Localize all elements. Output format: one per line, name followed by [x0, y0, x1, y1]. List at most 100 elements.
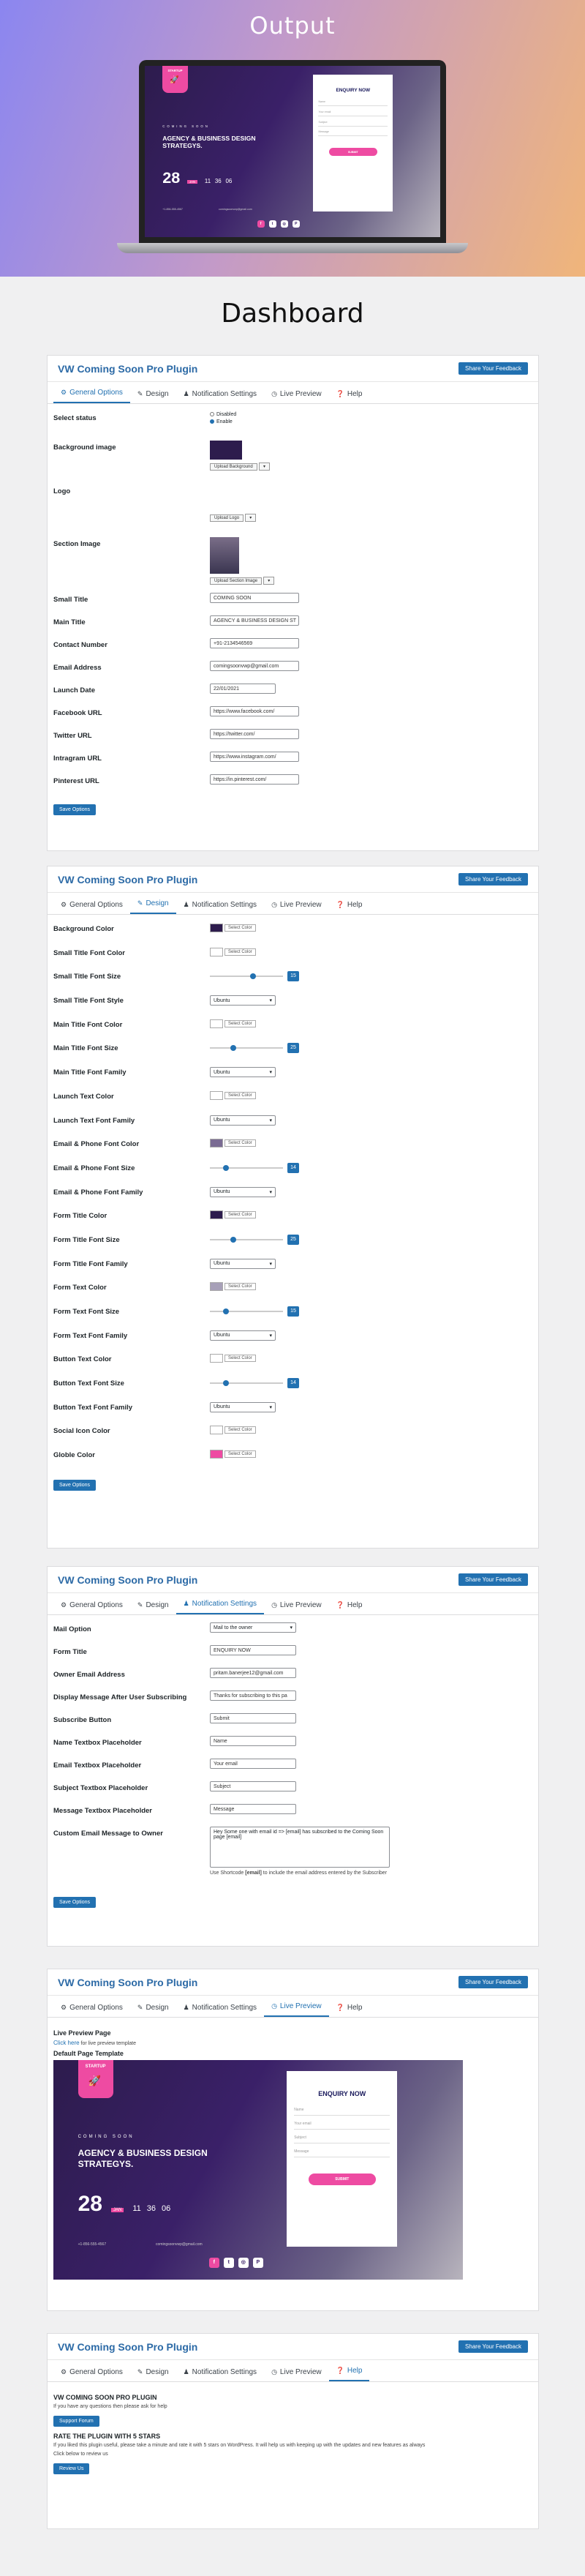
social-icon[interactable]: P: [292, 220, 300, 228]
text-input[interactable]: 22/01/2021: [210, 684, 276, 694]
text-input[interactable]: ENQUIRY NOW: [210, 1645, 296, 1655]
font-family-select[interactable]: Ubuntu ▾: [210, 995, 276, 1006]
form-field-subject[interactable]: Subject: [294, 2133, 390, 2143]
tab-live-preview[interactable]: ◷ Live Preview: [264, 386, 329, 403]
custom-message-textarea[interactable]: Hey Some one with email id => [email] ha…: [210, 1827, 390, 1868]
tab-notification-settings[interactable]: ♟ Notification Settings: [176, 2364, 264, 2381]
color-swatch[interactable]: [210, 1139, 223, 1148]
color-swatch[interactable]: [210, 1450, 223, 1459]
upload-section-image-button[interactable]: Upload Section Image: [210, 577, 263, 585]
dropdown-icon[interactable]: ▾: [263, 577, 275, 585]
tab-design[interactable]: ✎ Design: [130, 1597, 176, 1614]
select-color-button[interactable]: Select Color: [224, 1426, 256, 1434]
font-family-select[interactable]: Ubuntu ▾: [210, 1186, 276, 1197]
tab-general-options[interactable]: ⚙ General Options: [53, 1999, 130, 2017]
tab-notification-settings[interactable]: ♟ Notification Settings: [176, 896, 264, 914]
tab-design[interactable]: ✎ Design: [130, 386, 176, 403]
select-color-button[interactable]: Select Color: [224, 1139, 256, 1147]
text-input[interactable]: AGENCY & BUSINESS DESIGN ST: [210, 615, 299, 626]
font-size-slider[interactable]: [210, 1164, 283, 1172]
social-icon[interactable]: f: [257, 220, 265, 228]
font-size-slider[interactable]: [210, 972, 283, 981]
form-submit-button[interactable]: SUBMIT: [328, 148, 377, 157]
social-icon[interactable]: P: [252, 2258, 263, 2268]
tab-general-options[interactable]: ⚙ General Options: [53, 384, 130, 403]
text-input[interactable]: COMING SOON: [210, 593, 299, 603]
tab-general-options[interactable]: ⚙ General Options: [53, 896, 130, 914]
font-family-select[interactable]: Ubuntu ▾: [210, 1115, 276, 1126]
text-input[interactable]: Submit: [210, 1713, 296, 1723]
social-icon[interactable]: ◎: [280, 220, 288, 228]
mail-option-select[interactable]: Mail to the owner ▾: [210, 1622, 296, 1633]
color-swatch[interactable]: [210, 924, 223, 932]
form-submit-button[interactable]: SUBMIT: [308, 2174, 376, 2185]
tab-notification-settings[interactable]: ♟ Notification Settings: [176, 1999, 264, 2017]
tab-help[interactable]: ❓ Help: [329, 896, 370, 914]
text-input[interactable]: Thanks for subscribing to this pa: [210, 1690, 296, 1701]
social-icon[interactable]: f: [208, 2258, 219, 2268]
color-swatch[interactable]: [210, 1210, 223, 1220]
save-options-button[interactable]: Save Options: [53, 804, 97, 815]
color-swatch[interactable]: [210, 1426, 223, 1435]
color-swatch[interactable]: [210, 1354, 223, 1363]
tab-live-preview[interactable]: ◷ Live Preview: [264, 1597, 329, 1614]
slider-handle[interactable]: [223, 1380, 230, 1387]
share-feedback-button[interactable]: Share Your Feedback: [458, 362, 528, 375]
slider-handle[interactable]: [223, 1164, 230, 1171]
form-field-your-email[interactable]: Your email: [318, 108, 388, 116]
color-swatch[interactable]: [210, 1090, 223, 1100]
tab-help[interactable]: ❓ Help: [329, 386, 370, 403]
social-icon[interactable]: t: [268, 220, 276, 228]
review-us-button[interactable]: Review Us: [53, 2463, 90, 2474]
form-field-name[interactable]: Name: [294, 2105, 390, 2116]
tab-live-preview[interactable]: ◷ Live Preview: [264, 896, 329, 914]
upload-logo-button[interactable]: Upload Logo: [210, 514, 244, 522]
text-input[interactable]: https://twitter.com/: [210, 729, 299, 739]
font-size-slider[interactable]: [210, 1379, 283, 1388]
font-size-slider[interactable]: [210, 1307, 283, 1316]
tab-design[interactable]: ✎ Design: [129, 895, 176, 914]
tab-help[interactable]: ❓ Help: [329, 1999, 370, 2017]
select-color-button[interactable]: Select Color: [224, 1019, 256, 1027]
form-field-subject[interactable]: Subject: [318, 119, 388, 127]
share-feedback-button[interactable]: Share Your Feedback: [458, 1976, 528, 1988]
text-input[interactable]: Name: [210, 1736, 296, 1746]
upload-background-button[interactable]: Upload Background: [210, 463, 257, 471]
save-options-button[interactable]: Save Options: [53, 1897, 97, 1908]
text-input[interactable]: pritam.banerjee12@gmail.com: [210, 1668, 296, 1678]
tab-live-preview[interactable]: ◷ Live Preview: [264, 2364, 329, 2381]
status-enable-radio[interactable]: Enable: [210, 419, 532, 426]
status-disabled-radio[interactable]: Disabled: [210, 411, 532, 419]
text-input[interactable]: +91-2134546569: [210, 638, 299, 648]
tab-design[interactable]: ✎ Design: [130, 1999, 176, 2017]
social-icon[interactable]: ◎: [238, 2258, 249, 2268]
share-feedback-button[interactable]: Share Your Feedback: [458, 873, 528, 886]
select-color-button[interactable]: Select Color: [224, 1450, 256, 1459]
slider-handle[interactable]: [230, 1045, 236, 1052]
font-family-select[interactable]: Ubuntu ▾: [210, 1258, 276, 1269]
save-options-button[interactable]: Save Options: [53, 1479, 97, 1491]
color-swatch[interactable]: [210, 947, 223, 956]
tab-general-options[interactable]: ⚙ General Options: [53, 1597, 130, 1614]
tab-notification-settings[interactable]: ♟ Notification Settings: [176, 386, 264, 403]
font-family-select[interactable]: Ubuntu ▾: [210, 1401, 276, 1412]
tab-notification-settings[interactable]: ♟ Notification Settings: [176, 1595, 265, 1614]
text-input[interactable]: https://in.pinterest.com/: [210, 774, 299, 785]
support-forum-button[interactable]: Support Forum: [53, 2416, 99, 2427]
tab-live-preview[interactable]: ◷ Live Preview: [264, 1998, 329, 2017]
slider-handle[interactable]: [250, 973, 257, 980]
social-icon[interactable]: t: [223, 2258, 234, 2268]
tab-help[interactable]: ❓ Help: [329, 1597, 370, 1614]
share-feedback-button[interactable]: Share Your Feedback: [458, 2340, 528, 2353]
form-field-message[interactable]: Message: [294, 2146, 390, 2157]
select-color-button[interactable]: Select Color: [224, 1283, 256, 1291]
dropdown-icon[interactable]: ▾: [258, 463, 270, 471]
select-color-button[interactable]: Select Color: [224, 1211, 256, 1219]
text-input[interactable]: Subject: [210, 1781, 296, 1791]
font-size-slider[interactable]: [210, 1044, 283, 1052]
color-swatch[interactable]: [210, 1019, 223, 1028]
text-input[interactable]: comingsoonvwp@gmail.com: [210, 661, 299, 671]
form-field-name[interactable]: Name: [318, 99, 388, 107]
font-size-slider[interactable]: [210, 1235, 283, 1244]
share-feedback-button[interactable]: Share Your Feedback: [458, 1573, 528, 1586]
